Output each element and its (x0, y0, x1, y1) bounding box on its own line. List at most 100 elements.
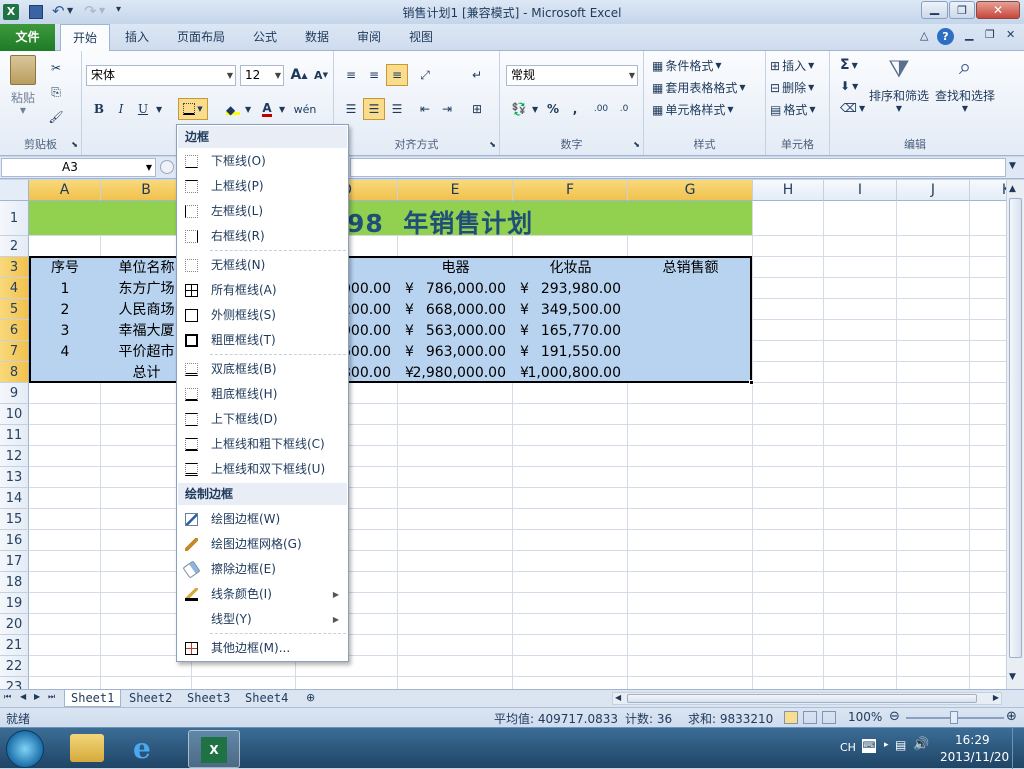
ie-taskbar-icon[interactable]: e (133, 732, 151, 765)
align-right-icon[interactable]: ☰ (386, 98, 408, 120)
column-header-h[interactable]: H (753, 180, 824, 201)
tab-formulas[interactable]: 公式 (243, 24, 287, 51)
cell-a6[interactable]: 3 (29, 321, 101, 342)
workbook-minimize-icon[interactable]: ▁ (965, 28, 973, 41)
menu-item-draw-border[interactable]: 绘图边框(W) (178, 507, 347, 532)
format-cells-button[interactable]: ▤ 格式 ▼ (770, 101, 816, 118)
scroll-thumb[interactable] (1009, 198, 1022, 658)
wrap-text-icon[interactable]: ↵ (466, 64, 488, 86)
row-header-15[interactable]: 15 (0, 509, 29, 530)
menu-item-top-border[interactable]: 上框线(P) (178, 174, 347, 199)
align-center-icon[interactable]: ☰ (363, 98, 385, 120)
sheet-tab-sheet4[interactable]: Sheet4 (239, 690, 294, 707)
delete-cells-button[interactable]: ⊟ 删除 ▼ (770, 79, 814, 96)
ime-icon[interactable]: ⌨ (862, 739, 876, 753)
phonetic-icon[interactable]: wén (294, 98, 317, 120)
row-header-1[interactable]: 1 (0, 201, 29, 236)
accounting-format-icon[interactable]: 💱 (508, 98, 530, 120)
menu-item-outside-borders[interactable]: 外侧框线(S) (178, 303, 347, 328)
font-name-combo[interactable]: 宋体 ▼ (86, 65, 236, 86)
menu-item-no-border[interactable]: 无框线(N) (178, 253, 347, 278)
help-icon[interactable]: ? (937, 28, 954, 45)
align-top-icon[interactable]: ≡ (340, 64, 362, 86)
sheet-tab-sheet2[interactable]: Sheet2 (123, 690, 178, 707)
page-break-view-icon[interactable] (822, 711, 836, 724)
row-header-4[interactable]: 4 (0, 278, 29, 299)
zoom-slider-thumb[interactable] (950, 711, 958, 724)
vertical-scrollbar[interactable]: ▲ ▼ (1006, 180, 1024, 689)
workbook-restore-icon[interactable]: ❐ (985, 28, 995, 41)
menu-item-left-border[interactable]: 左框线(L) (178, 199, 347, 224)
cell-f5[interactable]: 349,500.00 (513, 300, 621, 321)
formula-input[interactable] (350, 158, 1006, 177)
row-header-9[interactable]: 9 (0, 383, 29, 404)
cell-e4[interactable]: 786,000.00 (398, 279, 506, 300)
zoom-in-icon[interactable]: ⊕ (1006, 709, 1017, 724)
tab-file[interactable]: 文件 (0, 24, 55, 51)
normal-view-icon[interactable] (784, 711, 798, 724)
menu-item-eraser[interactable]: 擦除边框(E) (178, 557, 347, 582)
cut-icon[interactable]: ✂ (45, 57, 67, 79)
decrease-decimal-icon[interactable]: .0 (613, 98, 635, 120)
row-header-7[interactable]: 7 (0, 341, 29, 362)
horizontal-scrollbar[interactable]: ◀ ▶ (612, 692, 1002, 705)
tray-expand-icon[interactable]: ▸ (884, 740, 889, 750)
cell-e7[interactable]: 963,000.00 (398, 342, 506, 363)
next-sheet-icon[interactable]: ▶ (34, 692, 40, 701)
menu-item-double-bottom-border[interactable]: 双底框线(B) (178, 357, 347, 382)
cell-e3[interactable]: 电器 (398, 258, 513, 279)
italic-button[interactable]: I (110, 98, 132, 120)
percent-style-button[interactable]: % (542, 98, 564, 120)
column-header-k[interactable]: K (970, 180, 1006, 201)
number-format-combo[interactable]: 常规 ▼ (506, 65, 638, 86)
column-header-g[interactable]: G (628, 180, 753, 201)
row-header-6[interactable]: 6 (0, 320, 29, 341)
row-header-16[interactable]: 16 (0, 530, 29, 551)
column-header-a[interactable]: A (29, 180, 101, 201)
bold-button[interactable]: B (88, 98, 110, 120)
explorer-taskbar-icon[interactable] (70, 734, 104, 762)
row-header-3[interactable]: 3 (0, 257, 29, 278)
cell-e8[interactable]: 2,980,000.00 (398, 363, 506, 384)
network-icon[interactable]: ▤ (895, 738, 906, 752)
decrease-indent-icon[interactable]: ⇤ (414, 98, 436, 120)
shrink-font-icon[interactable]: A ▼ (310, 64, 332, 86)
menu-item-thick-box-border[interactable]: 粗匣框线(T) (178, 328, 347, 353)
menu-item-top-double-bottom-border[interactable]: 上框线和双下框线(U) (178, 457, 347, 482)
excel-taskbar-icon[interactable]: X (188, 730, 240, 768)
orientation-icon[interactable]: ⤢ (414, 64, 436, 86)
insert-sheet-icon[interactable]: ⊕ (306, 691, 315, 704)
align-middle-icon[interactable]: ≡ (363, 64, 385, 86)
fill-button[interactable]: ⬇ ▼ (840, 79, 858, 93)
scroll-down-icon[interactable]: ▼ (1009, 672, 1016, 682)
close-button[interactable]: ✕ (976, 1, 1020, 19)
clock-time[interactable]: 16:29 (955, 733, 990, 747)
font-color-icon[interactable]: A (256, 98, 278, 120)
clock-date[interactable]: 2013/11/20 (940, 750, 1009, 764)
cell-a5[interactable]: 2 (29, 300, 101, 321)
worksheet-grid[interactable]: ABCDEFGHIJK 1234567891011121314151617181… (0, 180, 1006, 689)
fill-handle[interactable] (749, 380, 754, 385)
column-header-i[interactable]: I (824, 180, 897, 201)
scroll-right-icon[interactable]: ▶ (993, 693, 999, 702)
show-desktop-button[interactable] (1012, 728, 1024, 769)
tab-view[interactable]: 视图 (399, 24, 443, 51)
menu-item-draw-border-grid[interactable]: 绘图边框网格(G) (178, 532, 347, 557)
minimize-button[interactable]: ▁ (921, 1, 948, 19)
increase-decimal-icon[interactable]: .00 (590, 98, 612, 120)
row-header-18[interactable]: 18 (0, 572, 29, 593)
zoom-out-icon[interactable]: ⊖ (889, 709, 900, 724)
cell-g3[interactable]: 总销售额 (628, 258, 753, 279)
autosum-button[interactable]: Σ ▼ (840, 57, 858, 73)
comma-style-button[interactable]: , (564, 98, 586, 120)
workbook-close-icon[interactable]: ✕ (1006, 28, 1015, 41)
find-select-button[interactable]: ⌕ 查找和选择 ▼ (934, 55, 996, 113)
number-launcher-icon[interactable]: ⬊ (633, 140, 640, 149)
tab-insert[interactable]: 插入 (115, 24, 159, 51)
prev-sheet-icon[interactable]: ◀ (20, 692, 26, 701)
zoom-level[interactable]: 100% (848, 710, 882, 724)
row-header-19[interactable]: 19 (0, 593, 29, 614)
copy-icon[interactable]: ⎘ (45, 81, 67, 103)
scroll-up-icon[interactable]: ▲ (1009, 184, 1016, 194)
row-header-10[interactable]: 10 (0, 404, 29, 425)
